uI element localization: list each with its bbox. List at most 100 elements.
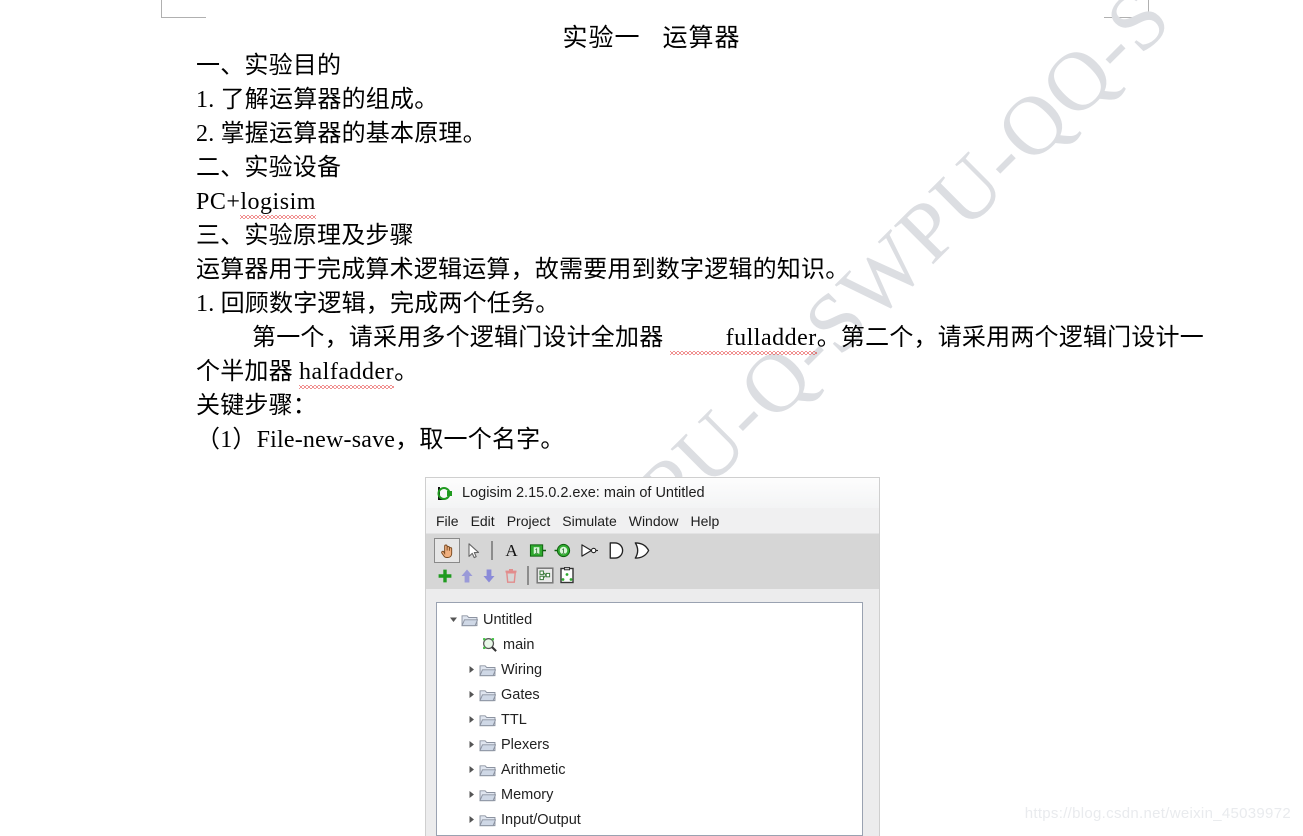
tree-item-label: Memory (501, 786, 554, 803)
doc-line: 1. 了解运算器的组成。 (196, 87, 439, 113)
logisim-window: Logisim 2.15.0.2.exe: main of Untitled F… (425, 477, 880, 836)
svg-text:1: 1 (561, 546, 565, 555)
tree-item-label: Arithmetic (501, 761, 566, 778)
tree-item-ttl[interactable]: TTL (443, 707, 862, 732)
circuit-icon (536, 567, 554, 584)
doc-line: （1）File-new-save，取一个名字。 (196, 427, 565, 453)
and-gate-icon (609, 542, 624, 559)
twisty-right-icon[interactable] (463, 790, 479, 799)
input-pin-icon: 1 (529, 544, 546, 557)
tree-item-partial[interactable] (443, 832, 862, 835)
folder-icon (479, 814, 496, 826)
input-pin-tool-button[interactable]: 1 (524, 538, 550, 563)
hand-icon (440, 544, 452, 559)
arrow-down-icon (483, 569, 495, 582)
tree-item-untitled[interactable]: Untitled (443, 607, 862, 632)
doc-line: 2. 掌握运算器的基本原理。 (196, 121, 487, 147)
doc-line: 运算器用于完成算术逻辑运算，故需要用到数字逻辑的知识。 (196, 257, 850, 283)
spellcheck-word: fulladder (669, 321, 817, 355)
menu-edit[interactable]: Edit (471, 513, 495, 529)
text-a-icon: A (505, 541, 518, 560)
doc-line: 第一个，请采用多个逻辑门设计全加器 fulladder。第二个，请采用两个逻辑门… (196, 321, 1204, 355)
arrow-up-icon (461, 569, 473, 582)
add-tool-button[interactable] (434, 565, 456, 586)
tree-item-input-output[interactable]: Input/Output (443, 807, 862, 832)
tree-item-label: main (503, 636, 535, 653)
doc-line: 三、实验原理及步骤 (196, 223, 414, 249)
plus-icon (438, 569, 452, 582)
edit-circuit-button[interactable] (534, 565, 556, 586)
tree-item-label: Untitled (483, 611, 533, 628)
logisim-icon (437, 486, 452, 501)
trash-icon (505, 568, 517, 583)
doc-line: 个半加器 halfadder。 (196, 355, 1126, 389)
toolbar-separator (491, 541, 493, 560)
project-explorer-panel[interactable]: Untitled main Wiring Gates TTL Plexers A… (436, 602, 863, 836)
and-gate-tool-button[interactable] (602, 538, 628, 563)
tree-item-label: TTL (501, 711, 527, 728)
twisty-right-icon[interactable] (463, 690, 479, 699)
document-title-main: 实验一 (562, 25, 641, 52)
twisty-right-icon[interactable] (463, 815, 479, 824)
doc-text-prefix: PC+ (196, 189, 241, 215)
folder-icon (479, 789, 496, 801)
tree-item-label: Gates (501, 686, 540, 703)
toolbar-separator-secondary (527, 566, 529, 585)
move-up-button[interactable] (456, 565, 478, 586)
tree-item-label: Wiring (501, 661, 543, 678)
doc-line: 二、实验设备 (196, 155, 342, 181)
doc-line: 关键步骤： (196, 393, 317, 419)
spellcheck-word: logisim (240, 185, 316, 219)
folder-open-icon (461, 614, 478, 626)
twisty-right-icon[interactable] (463, 740, 479, 749)
svg-text:1: 1 (534, 546, 538, 555)
folder-icon (479, 714, 496, 726)
logisim-titlebar: Logisim 2.15.0.2.exe: main of Untitled (426, 478, 879, 508)
doc-line: 1. 回顾数字逻辑，完成两个任务。 (196, 291, 560, 317)
output-pin-icon: 1 (554, 543, 570, 558)
twisty-right-icon[interactable] (463, 665, 479, 674)
select-tool-button[interactable] (460, 538, 486, 563)
circuit-icon (483, 638, 497, 652)
new-circuit-icon (560, 567, 574, 584)
logisim-toolbar: A 1 1 (426, 534, 879, 589)
menu-file[interactable]: File (436, 513, 459, 529)
twisty-down-icon[interactable] (445, 615, 461, 624)
document-title-sub: 运算器 (662, 25, 741, 52)
tree-item-arithmetic[interactable]: Arithmetic (443, 757, 862, 782)
or-gate-icon (634, 542, 650, 559)
menu-window[interactable]: Window (629, 513, 679, 529)
doc-line-misspelled: PC+logisim (196, 185, 1126, 219)
twisty-right-icon[interactable] (463, 765, 479, 774)
folder-icon (479, 664, 496, 676)
move-down-button[interactable] (478, 565, 500, 586)
output-pin-tool-button[interactable]: 1 (550, 538, 576, 563)
tree-item-label: Plexers (501, 736, 550, 753)
text-tool-button[interactable]: A (498, 538, 524, 563)
delete-tool-button[interactable] (500, 565, 522, 586)
folder-icon (479, 689, 496, 701)
menu-project[interactable]: Project (507, 513, 551, 529)
csdn-url-watermark: https://blog.csdn.net/weixin_45039972 (1024, 805, 1291, 822)
menu-help[interactable]: Help (691, 513, 720, 529)
tree-item-main[interactable]: main (443, 632, 862, 657)
twisty-right-icon[interactable] (463, 715, 479, 724)
or-gate-tool-button[interactable] (628, 538, 654, 563)
spellcheck-word: halfadder (299, 355, 395, 389)
doc-line: 一、实验目的 (196, 53, 342, 79)
tree-item-plexers[interactable]: Plexers (443, 732, 862, 757)
tree-item-wiring[interactable]: Wiring (443, 657, 862, 682)
svg-text:A: A (505, 541, 518, 560)
toolbar-row-primary: A 1 1 (434, 537, 879, 564)
poke-tool-button[interactable] (434, 538, 460, 563)
folder-icon (479, 739, 496, 751)
logisim-menubar: File Edit Project Simulate Window Help (426, 508, 879, 534)
not-gate-tool-button[interactable] (576, 538, 602, 563)
tree-item-label: Input/Output (501, 811, 581, 828)
menu-simulate[interactable]: Simulate (562, 513, 616, 529)
tree-item-memory[interactable]: Memory (443, 782, 862, 807)
new-circuit-button[interactable] (556, 565, 578, 586)
logisim-title-text: Logisim 2.15.0.2.exe: main of Untitled (462, 485, 705, 501)
not-gate-icon (580, 544, 598, 557)
tree-item-gates[interactable]: Gates (443, 682, 862, 707)
